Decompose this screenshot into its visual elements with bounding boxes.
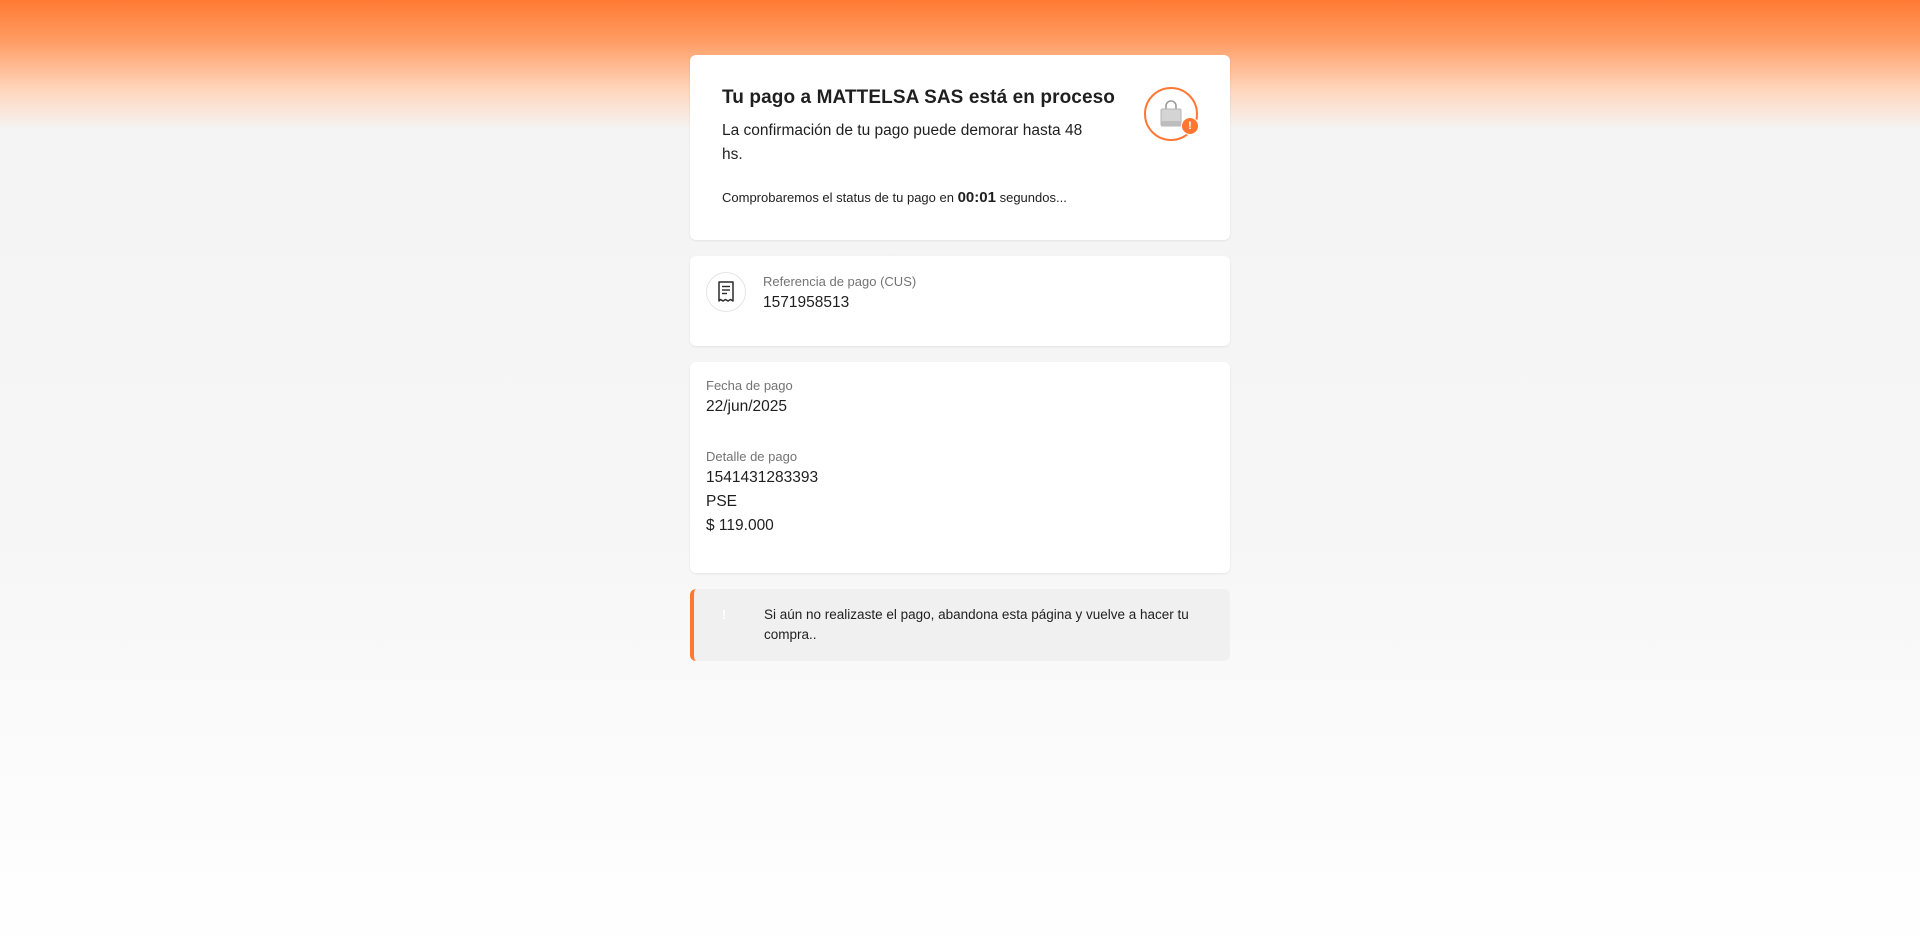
payment-status-card: Tu pago a MATTELSA SAS está en proceso L… xyxy=(690,55,1230,240)
status-check-suffix: segundos... xyxy=(999,190,1067,205)
payment-detail-block: Detalle de pago 1541431283393 PSE $ 119.… xyxy=(706,449,1214,538)
warning-badge-icon: ! xyxy=(1181,117,1199,135)
status-title: Tu pago a MATTELSA SAS está en proceso xyxy=(722,87,1116,108)
exclamation-icon: ! xyxy=(721,607,727,622)
payment-detail-amount: $ 119.000 xyxy=(706,517,774,534)
reference-value: 1571958513 xyxy=(763,294,850,311)
status-check-text: Comprobaremos el status de tu pago en 00… xyxy=(722,189,1198,206)
receipt-icon xyxy=(706,272,746,312)
payment-detail-method: PSE xyxy=(706,493,738,510)
status-check-prefix: Comprobaremos el status de tu pago en xyxy=(722,190,954,205)
status-description: La confirmación de tu pago puede demorar… xyxy=(722,122,1083,163)
payment-date-value: 22/jun/2025 xyxy=(706,398,788,415)
payment-status-container: Tu pago a MATTELSA SAS está en proceso L… xyxy=(690,55,1230,661)
reference-info: Referencia de pago (CUS) 1571958513 xyxy=(763,272,916,315)
shopping-bag-icon: ! xyxy=(1144,87,1199,141)
reference-label: Referencia de pago (CUS) xyxy=(763,274,917,289)
status-timer: 00:01 xyxy=(957,189,996,206)
payment-detail-id: 1541431283393 xyxy=(706,469,819,486)
payment-date-block: Fecha de pago 22/jun/2025 xyxy=(706,378,1214,419)
warning-notice: ! Si aún no realizaste el pago, abandona… xyxy=(690,589,1230,661)
payment-detail-label: Detalle de pago xyxy=(706,449,798,464)
payment-date-label: Fecha de pago xyxy=(706,378,793,393)
payment-details-card: Fecha de pago 22/jun/2025 Detalle de pag… xyxy=(690,362,1230,573)
payment-reference-card: Referencia de pago (CUS) 1571958513 xyxy=(690,256,1230,346)
warning-text: Si aún no realizaste el pago, abandona e… xyxy=(764,607,1189,642)
